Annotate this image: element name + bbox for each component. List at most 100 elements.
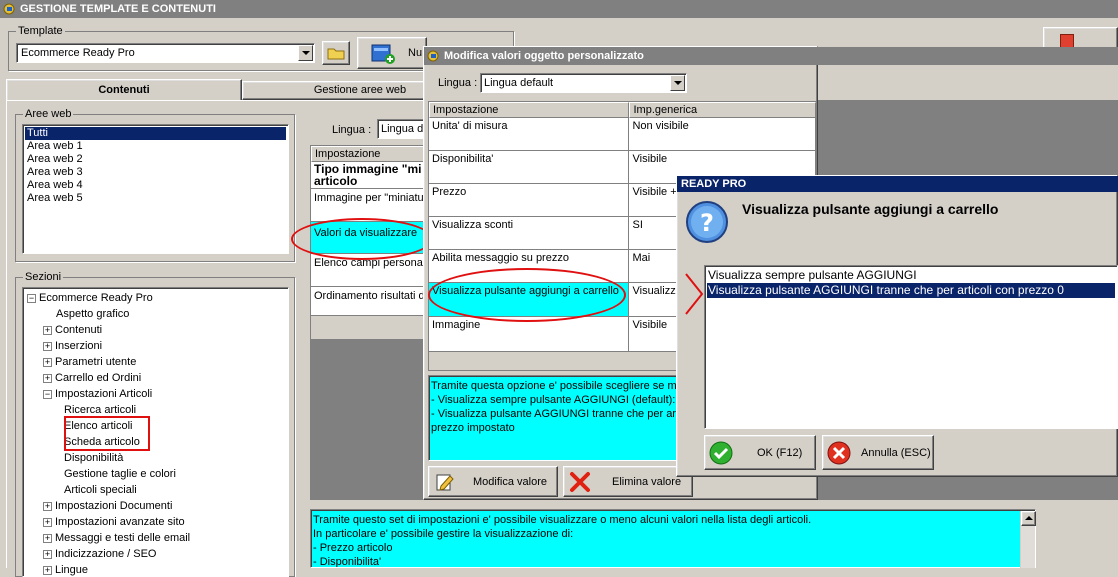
modify-value-label: Modifica valore bbox=[473, 476, 547, 488]
tree-item[interactable]: + Inserzioni bbox=[27, 338, 284, 354]
modal-chevron-down-icon[interactable] bbox=[670, 75, 685, 91]
modal-cell-setting: Disponibilita' bbox=[429, 151, 630, 184]
dialog-title: READY PRO bbox=[681, 178, 747, 190]
tree-item[interactable]: Articoli speciali bbox=[27, 482, 284, 498]
center-lingua-combo[interactable]: Lingua d bbox=[377, 119, 427, 139]
sezioni-tree[interactable]: − Ecommerce Ready Pro Aspetto grafico + Cont… bbox=[22, 287, 289, 577]
expand-icon[interactable]: + bbox=[43, 325, 52, 335]
dialog-option-1[interactable]: Visualizza pulsante AGGIUNGI tranne che … bbox=[707, 283, 1115, 298]
checkmark-icon bbox=[709, 441, 733, 465]
tree-item-label: Impostazioni avanzate sito bbox=[55, 516, 185, 528]
modal-col2-header: Imp.generica bbox=[629, 102, 816, 118]
tree-item[interactable]: − Ecommerce Ready Pro bbox=[27, 290, 284, 306]
tree-item[interactable]: + Messaggi e testi delle email bbox=[27, 530, 284, 546]
chevron-down-icon[interactable] bbox=[298, 45, 313, 61]
new-template-button[interactable]: Nu bbox=[357, 37, 427, 69]
open-folder-button[interactable] bbox=[322, 41, 350, 65]
modify-value-button[interactable]: Modifica valore bbox=[428, 466, 558, 497]
center-grid-row-0[interactable]: Tipo immagine "mi articolo (obbligator bbox=[311, 162, 426, 189]
modal-cell-setting: Prezzo bbox=[429, 184, 630, 217]
aree-web-list[interactable]: Tutti Area web 1 Area web 2 Area web 3 A… bbox=[22, 124, 289, 254]
center-grid-row-1[interactable]: Immagine per "miniatu bbox=[311, 189, 426, 222]
question-icon: ? bbox=[686, 201, 728, 243]
top-right-panel bbox=[1043, 27, 1118, 49]
description-scrollbar[interactable] bbox=[1020, 511, 1036, 568]
dialog-option-0[interactable]: Visualizza sempre pulsante AGGIUNGI bbox=[707, 268, 1115, 283]
delete-value-label: Elimina valore bbox=[612, 476, 682, 488]
tree-item[interactable]: + Contenuti bbox=[27, 322, 284, 338]
area-item-3[interactable]: Area web 3 bbox=[25, 166, 286, 179]
description-line-0: Tramite questo set di impostazioni e' po… bbox=[313, 514, 812, 526]
modal-cell-setting: Visualizza sconti bbox=[429, 217, 630, 250]
tree-item-label: Messaggi e testi delle email bbox=[55, 532, 191, 544]
modal-help-line-2: - Visualizza pulsante AGGIUNGI tranne ch… bbox=[431, 408, 682, 420]
dialog-options-list[interactable]: Visualizza sempre pulsante AGGIUNGI Visu… bbox=[704, 265, 1118, 429]
dialog-titlebar: READY PRO bbox=[677, 176, 1118, 192]
description-box: Tramite questo set di impostazioni e' po… bbox=[310, 509, 1036, 568]
svg-text:?: ? bbox=[700, 209, 714, 237]
center-grid-row-4[interactable]: Ordinamento risultati d bbox=[311, 287, 426, 316]
tree-item[interactable]: + Parametri utente bbox=[27, 354, 284, 370]
center-lingua-label: Lingua : bbox=[332, 124, 372, 136]
area-item-5[interactable]: Area web 5 bbox=[25, 192, 286, 205]
delete-value-button[interactable]: Elimina valore bbox=[563, 466, 693, 497]
modal-lingua-label: Lingua : bbox=[438, 77, 478, 89]
modal-help-line-0: Tramite questa opzione e' possibile sceg… bbox=[431, 380, 683, 392]
description-line-2: - Prezzo articolo bbox=[313, 542, 393, 554]
center-lingua-value: Lingua d bbox=[381, 123, 424, 135]
modal-grid-row[interactable]: Unita' di misura Non visibile bbox=[429, 118, 816, 151]
tree-item-label: Parametri utente bbox=[55, 356, 137, 368]
expand-icon[interactable]: + bbox=[43, 565, 52, 575]
cancel-icon bbox=[827, 441, 851, 465]
tree-item-label: Impostazioni Documenti bbox=[55, 500, 173, 512]
expand-icon[interactable]: + bbox=[43, 357, 52, 367]
template-combo-value: Ecommerce Ready Pro bbox=[21, 47, 135, 59]
modal-lingua-combo[interactable]: Lingua default bbox=[480, 73, 687, 93]
tree-item[interactable]: + Impostazioni avanzate sito bbox=[27, 514, 284, 530]
annotation-arrow bbox=[685, 273, 704, 315]
expand-icon[interactable]: + bbox=[43, 517, 52, 527]
tree-item[interactable]: Aspetto grafico bbox=[27, 306, 284, 322]
tab-contenuti[interactable]: Contenuti bbox=[6, 79, 242, 101]
tree-item-label: Indicizzazione / SEO bbox=[55, 548, 157, 560]
tree-item[interactable]: + Carrello ed Ordini bbox=[27, 370, 284, 386]
area-item-2[interactable]: Area web 2 bbox=[25, 153, 286, 166]
modal-help-line-1: - Visualizza sempre pulsante AGGIUNGI (d… bbox=[431, 394, 681, 406]
ok-button[interactable]: OK (F12) bbox=[704, 435, 816, 470]
tree-item[interactable]: + Lingue bbox=[27, 562, 284, 576]
tree-item-label: Inserzioni bbox=[55, 340, 103, 352]
cancel-button[interactable]: Annulla (ESC) bbox=[822, 435, 934, 470]
expand-icon[interactable]: + bbox=[43, 341, 52, 351]
tree-item[interactable]: Disponibilità bbox=[27, 450, 284, 466]
tree-item[interactable]: − Impostazioni Articoli bbox=[27, 386, 284, 402]
modal-lingua-value: Lingua default bbox=[484, 77, 554, 89]
red-x-icon bbox=[570, 472, 590, 492]
annotation-box-articoli bbox=[64, 416, 150, 451]
expand-icon[interactable]: + bbox=[43, 373, 52, 383]
template-combo[interactable]: Ecommerce Ready Pro bbox=[16, 43, 315, 63]
modal-cell-setting: Immagine bbox=[429, 317, 630, 352]
tree-item-label: Lingue bbox=[55, 564, 89, 576]
folder-icon bbox=[327, 48, 345, 60]
ok-button-label: OK (F12) bbox=[757, 447, 803, 459]
area-item-4[interactable]: Area web 4 bbox=[25, 179, 286, 192]
edit-icon bbox=[436, 474, 454, 491]
tree-item[interactable]: + Indicizzazione / SEO bbox=[27, 546, 284, 562]
area-item-1[interactable]: Area web 1 bbox=[25, 140, 286, 153]
annotation-oval-pulsante bbox=[428, 268, 626, 322]
modal-cell-value: Non visibile bbox=[629, 118, 816, 151]
modal-title: Modifica valori oggetto personalizzato bbox=[444, 50, 644, 62]
expand-icon[interactable]: + bbox=[43, 533, 52, 543]
tree-item-label: Ricerca articoli bbox=[64, 404, 137, 416]
area-item-tutti[interactable]: Tutti bbox=[25, 127, 286, 140]
expand-icon[interactable]: + bbox=[43, 549, 52, 559]
tree-item[interactable]: Gestione taglie e colori bbox=[27, 466, 284, 482]
collapse-icon[interactable]: − bbox=[43, 389, 52, 399]
top-right-close-icon[interactable] bbox=[1060, 34, 1074, 48]
tree-item-label: Gestione taglie e colori bbox=[64, 468, 176, 480]
collapse-icon[interactable]: − bbox=[27, 293, 36, 303]
expand-icon[interactable]: + bbox=[43, 501, 52, 511]
description-line-3: - Disponibilita' bbox=[313, 556, 382, 568]
tree-item[interactable]: + Impostazioni Documenti bbox=[27, 498, 284, 514]
sezioni-label: Sezioni bbox=[23, 271, 64, 283]
